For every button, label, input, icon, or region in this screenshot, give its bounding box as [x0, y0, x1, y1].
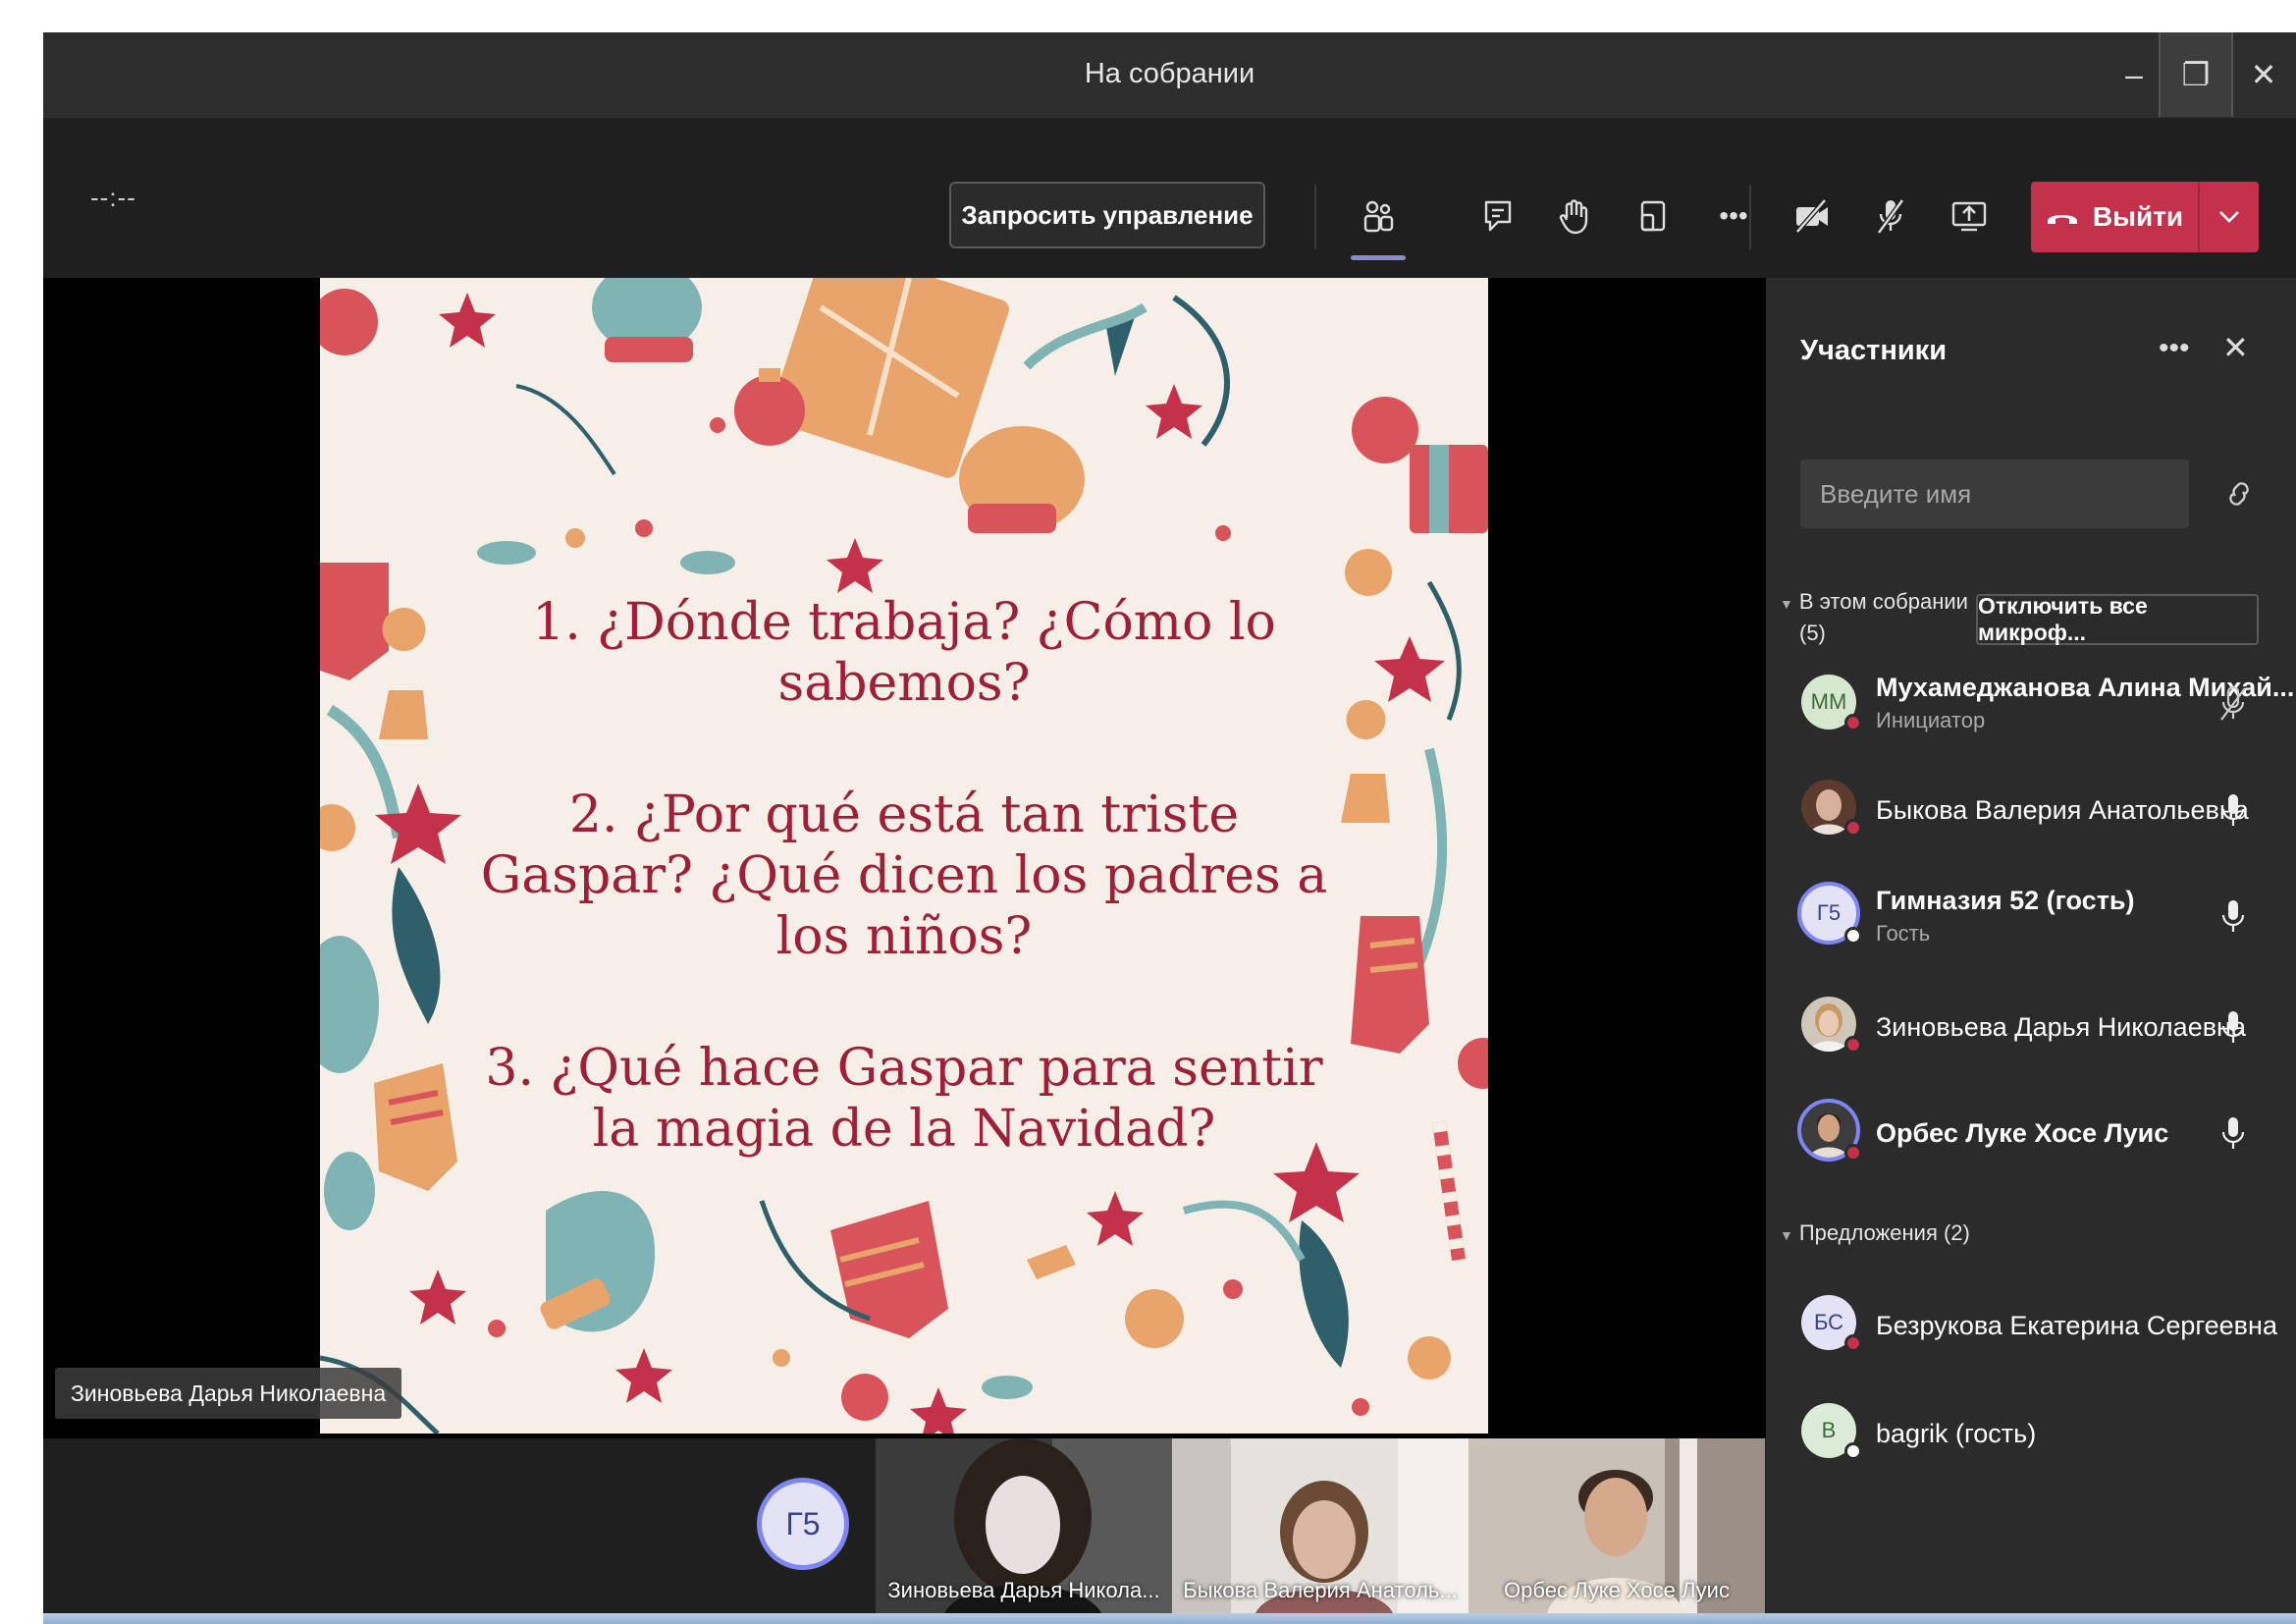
mic-off-icon — [1876, 198, 1905, 235]
status-dot — [1844, 1036, 1862, 1054]
caret-down-icon: ▼ — [1780, 1227, 1793, 1243]
leave-options-button[interactable] — [2200, 210, 2259, 224]
restore-button[interactable]: ❐ — [2159, 32, 2233, 117]
video-tile[interactable]: Быкова Валерия Анатоль... — [1172, 1438, 1468, 1613]
people-button[interactable] — [1349, 185, 1408, 247]
presenter-name-label: Зиновьева Дарья Николаевна — [55, 1368, 402, 1419]
window-title: На собрании — [1084, 58, 1255, 89]
camera-off-icon — [1795, 198, 1828, 234]
panel-close-button[interactable]: ✕ — [2222, 329, 2249, 366]
participant-name: Безрукова Екатерина Сергеевна — [1876, 1311, 2277, 1340]
leave-main-area[interactable]: Выйти — [2031, 182, 2198, 252]
chat-icon — [1484, 200, 1512, 232]
status-dot — [1844, 1442, 1862, 1460]
video-tile-name: Зиновьева Дарья Никола... — [887, 1578, 1160, 1602]
participant-row[interactable]: Быкова Валерия Анатольевна — [1766, 766, 2296, 854]
rooms-icon — [1640, 200, 1666, 232]
meeting-toolbar: --:-- Запросить управление ••• Выйти — [43, 117, 2296, 279]
video-tile-name: Быкова Валерия Анатоль... — [1183, 1578, 1458, 1602]
participant-row[interactable]: Орбес Луке Хосе Луис — [1766, 1089, 2296, 1177]
status-dot — [1844, 819, 1862, 837]
share-screen-icon — [1951, 201, 1987, 232]
status-dot — [1844, 1144, 1862, 1162]
mic-muted-icon — [2220, 685, 2246, 721]
participant-name: Орбес Луке Хосе Луис — [1876, 1118, 2169, 1148]
request-control-button[interactable]: Запросить управление — [949, 182, 1265, 248]
participant-role: Инициатор — [1876, 708, 1986, 732]
suggestion-row[interactable]: B bagrik (гость) — [1766, 1389, 2296, 1478]
mic-icon — [2221, 1117, 2245, 1149]
leave-meeting-button[interactable]: Выйти — [2031, 182, 2259, 252]
participant-row[interactable]: Зиновьева Дарья Николаевна — [1766, 983, 2296, 1071]
slide-questions: 1. ¿Dónde trabaja? ¿Cómo lo sabemos? 2. … — [477, 592, 1331, 1230]
section-label: В этом собрании — [1798, 589, 1968, 614]
status-dot — [1844, 1334, 1862, 1352]
teams-meeting-window: На собрании – ❐ ✕ --:-- Запросить управл… — [43, 32, 2296, 1613]
video-tile[interactable]: Орбес Луке Хосе Луис — [1468, 1438, 1765, 1613]
shared-slide: 1. ¿Dónde trabaja? ¿Cómo lo sabemos? 2. … — [320, 278, 1488, 1434]
leave-label: Выйти — [2092, 201, 2184, 232]
mic-icon — [2221, 794, 2245, 826]
video-strip: Г5 Зиновьева Дарья Никола... Быкова Вале… — [43, 1438, 1766, 1613]
mic-toggle-button[interactable] — [1861, 185, 1920, 247]
participant-row[interactable]: ММ Мухамеджанова Алина Михай... Инициато… — [1766, 661, 2296, 749]
shared-content-stage: 1. ¿Dónde trabaja? ¿Cómo lo sabemos? 2. … — [43, 278, 1766, 1438]
participant-search-input[interactable] — [1800, 460, 2189, 528]
in-meeting-section-header[interactable]: ▼ В этом собрании (5) — [1780, 587, 1968, 648]
share-invite-icon[interactable] — [2219, 474, 2259, 514]
participant-role: Гость — [1876, 921, 1931, 946]
slide-question-2: 2. ¿Por qué está tan triste Gaspar? ¿Qué… — [480, 785, 1328, 966]
slide-question-3: 3. ¿Qué hace Gaspar para sentir la magia… — [485, 1039, 1323, 1159]
share-screen-button[interactable] — [1940, 185, 1999, 247]
meeting-timer: --:-- — [90, 183, 136, 212]
chat-button[interactable] — [1468, 185, 1527, 247]
section-label: Предложения (2) — [1798, 1220, 1970, 1245]
more-options-button[interactable]: ••• — [1704, 185, 1763, 247]
video-tile-name: Орбес Луке Хосе Луис — [1504, 1578, 1730, 1602]
panel-title: Участники — [1800, 335, 1948, 366]
os-taskbar — [43, 1613, 2296, 1624]
participant-row[interactable]: Г5 Гимназия 52 (гость) Гость — [1766, 872, 2296, 960]
status-dot — [1844, 714, 1862, 731]
mic-icon — [2221, 1011, 2245, 1043]
section-count: (5) — [1799, 621, 1826, 645]
people-icon — [1363, 200, 1394, 233]
mic-icon — [2221, 900, 2245, 932]
hang-up-icon — [2047, 215, 2077, 224]
video-tile[interactable]: Зиновьева Дарья Никола... — [876, 1438, 1172, 1613]
participant-name: Гимназия 52 (гость) — [1876, 886, 2135, 915]
suggestions-section-header[interactable]: ▼ Предложения (2) — [1780, 1220, 1970, 1246]
active-tab-indicator — [1351, 255, 1406, 260]
participants-panel: Участники ••• ✕ ▼ В этом собрании (5) Отк… — [1766, 278, 2296, 1613]
slide-question-1: 1. ¿Dónde trabaja? ¿Cómo lo sabemos? — [532, 593, 1276, 713]
status-dot — [1844, 927, 1862, 945]
close-window-button[interactable]: ✕ — [2229, 32, 2296, 117]
participant-name: Зиновьева Дарья Николаевна — [1876, 1012, 2246, 1042]
mute-all-button[interactable]: Отключить все микроф... — [1976, 593, 2259, 645]
panel-more-button[interactable]: ••• — [2159, 332, 2190, 365]
camera-toggle-button[interactable] — [1783, 185, 1842, 247]
suggestion-row[interactable]: БС Безрукова Екатерина Сергеевна — [1766, 1281, 2296, 1370]
participant-name: Быкова Валерия Анатольевна — [1876, 795, 2249, 825]
caret-down-icon: ▼ — [1780, 596, 1793, 612]
raise-hand-button[interactable] — [1545, 185, 1604, 247]
toolbar-divider — [1749, 185, 1751, 249]
rooms-button[interactable] — [1624, 185, 1682, 247]
raise-hand-icon — [1559, 199, 1588, 235]
participant-avatar[interactable]: Г5 — [757, 1478, 849, 1570]
participant-name: bagrik (гость) — [1876, 1419, 2037, 1448]
toolbar-divider — [1314, 185, 1316, 249]
title-bar: На собрании – ❐ ✕ — [43, 32, 2296, 117]
chevron-down-icon — [2219, 211, 2239, 223]
